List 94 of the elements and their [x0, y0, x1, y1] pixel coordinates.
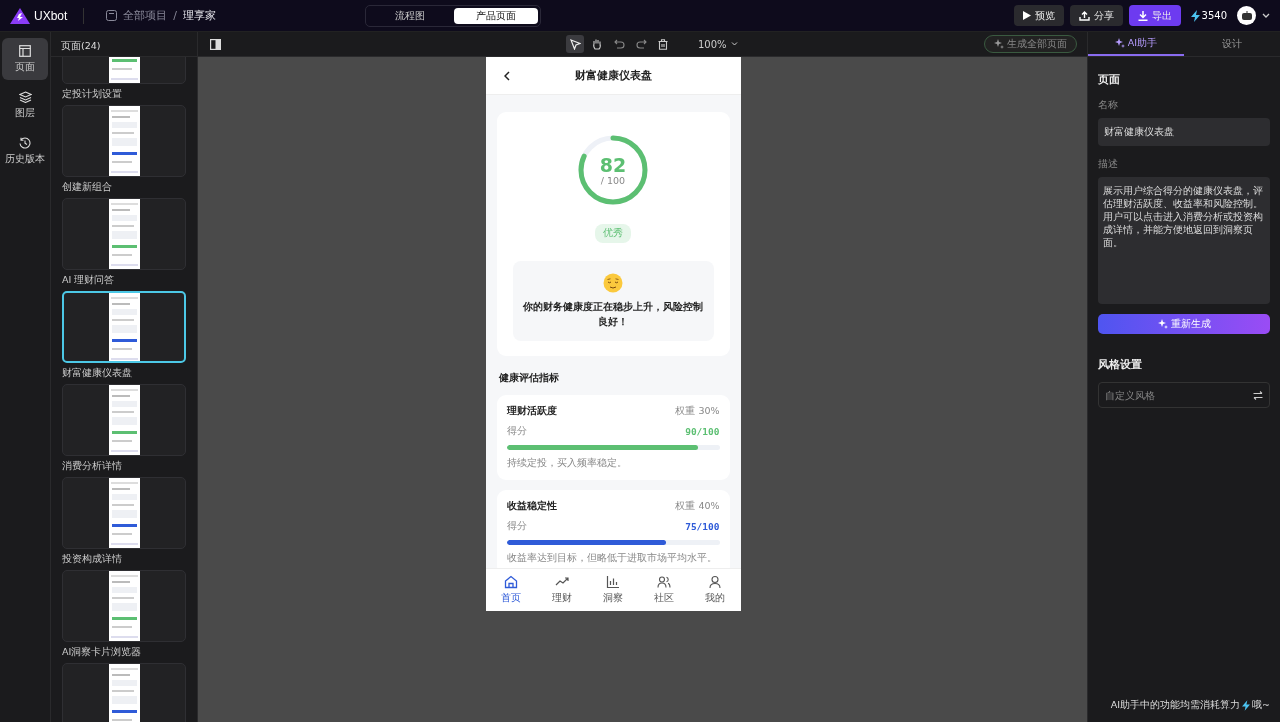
- view-tab[interactable]: 产品页面: [454, 7, 539, 24]
- zoom-dropdown[interactable]: 100%: [692, 37, 744, 51]
- page-name: 创建新组合: [62, 181, 113, 193]
- page-thumbnail[interactable]: [62, 477, 186, 549]
- rail-item[interactable]: 图层: [2, 84, 48, 126]
- metric-name: 理财活跃度: [506, 405, 557, 418]
- preview-button[interactable]: 预览: [1013, 5, 1064, 26]
- page-name: 财富健康仪表盘: [62, 367, 133, 379]
- home-icon: [504, 575, 518, 589]
- page-name: 定投计划设置: [62, 88, 123, 100]
- score-label: 得分: [506, 425, 527, 438]
- grade-badge: 优秀: [595, 224, 631, 243]
- section-title: 健康评估指标: [498, 372, 560, 385]
- page-thumbnail[interactable]: [62, 105, 186, 177]
- section-heading: 风格设置: [1098, 358, 1143, 372]
- share-button[interactable]: 分享: [1069, 5, 1123, 26]
- hand-icon: [591, 38, 603, 50]
- page-thumbnail[interactable]: [62, 663, 186, 722]
- undo-icon: [613, 39, 625, 49]
- field-label: 名称: [1098, 99, 1119, 112]
- style-field[interactable]: 自定义风格: [1098, 382, 1270, 408]
- rail-item[interactable]: 历史版本: [2, 130, 48, 172]
- metric-score: 90/100: [685, 426, 720, 437]
- export-button[interactable]: 导出: [1128, 5, 1181, 26]
- nav-tab[interactable]: 理财: [536, 569, 588, 611]
- page-thumbnail[interactable]: [62, 198, 186, 270]
- score-value: 82: [599, 154, 627, 175]
- description-field[interactable]: 展示用户综合得分的健康仪表盘，评估理财活跃度、收益率和风险控制。用户可以点击进入消费分析或投资构成详情，并能方便地返回到洞察页面。: [1098, 177, 1270, 304]
- page-name: AI洞察卡片浏览器: [62, 646, 143, 658]
- view-tab[interactable]: 流程图: [368, 7, 453, 24]
- layers-icon: [18, 90, 32, 103]
- person-icon: [708, 575, 722, 589]
- score-gauge: [577, 134, 649, 206]
- metric-weight: 权重 40%: [675, 500, 720, 513]
- redo-icon: [635, 39, 647, 49]
- nav-tab[interactable]: 洞察: [587, 569, 639, 611]
- history-icon: [19, 136, 31, 149]
- lightning-icon: [1190, 9, 1200, 22]
- logo-icon: [10, 7, 30, 24]
- pointer-icon: [569, 38, 581, 50]
- panel-tab[interactable]: 设计: [1184, 32, 1280, 56]
- metric-score: 75/100: [685, 521, 720, 532]
- pointer-tool[interactable]: [566, 35, 584, 53]
- download-icon: [1137, 10, 1148, 21]
- avatar[interactable]: [1237, 6, 1256, 25]
- generate-all-button[interactable]: 生成全部页面: [984, 35, 1077, 53]
- lightning-icon: [1242, 700, 1251, 711]
- breadcrumb-separator: /: [173, 9, 178, 22]
- metric-note: 收益率达到目标，但略低于进取市场平均水平。: [506, 552, 718, 565]
- score-max: / 100: [600, 174, 626, 186]
- metric-name: 收益稳定性: [506, 500, 557, 513]
- credits-count: 3540: [1201, 10, 1227, 21]
- caret-icon[interactable]: [1262, 13, 1270, 18]
- breadcrumb-link[interactable]: 全部项目: [123, 8, 168, 23]
- sparkle-icon: [1114, 38, 1125, 48]
- page-name: AI 理财问答: [62, 274, 116, 286]
- people-icon: [657, 575, 671, 589]
- metric-weight: 权重 30%: [675, 405, 720, 418]
- panel-tab[interactable]: AI助手: [1088, 32, 1184, 56]
- sparkle-icon: [1157, 319, 1168, 329]
- sparkle-icon: [994, 39, 1004, 49]
- message-text: 你的财务健康度正在稳步上升，风险控制良好！: [522, 300, 704, 329]
- page-name: 消费分析详情: [62, 460, 123, 472]
- nav-tab[interactable]: 首页: [485, 569, 537, 611]
- screen-title: 财富健康仪表盘: [573, 68, 653, 83]
- page-thumbnail[interactable]: [62, 291, 186, 363]
- project-name: 理享家: [183, 8, 217, 23]
- robot-icon: [1240, 10, 1253, 21]
- page-thumbnail[interactable]: [62, 384, 186, 456]
- section-heading: 页面: [1098, 73, 1121, 87]
- nav-tab[interactable]: 我的: [689, 569, 741, 611]
- bar-chart-icon: [606, 575, 620, 589]
- layout-icon: [19, 44, 31, 57]
- upload-icon: [1078, 10, 1090, 21]
- rail-item[interactable]: 页面: [2, 38, 48, 80]
- nav-tab[interactable]: 社区: [638, 569, 690, 611]
- folder-icon: [106, 10, 118, 21]
- swap-icon[interactable]: [1253, 391, 1263, 400]
- panel-toggle-icon[interactable]: [210, 38, 221, 50]
- logo-text: UXbot: [34, 8, 68, 23]
- relieved-face-icon: [603, 273, 623, 293]
- name-field[interactable]: 财富健康仪表盘: [1098, 118, 1270, 146]
- trash-icon: [658, 38, 668, 50]
- score-label: 得分: [506, 520, 527, 533]
- field-label: 描述: [1098, 158, 1119, 171]
- footer-note: AI助手中的功能均需消耗算力: [1110, 699, 1241, 712]
- page-thumbnail[interactable]: [62, 570, 186, 642]
- play-icon: [1022, 11, 1031, 20]
- caret-icon: [730, 42, 738, 46]
- back-icon[interactable]: [503, 70, 510, 81]
- footer-note: 哦~: [1252, 699, 1270, 712]
- regenerate-button[interactable]: 重新生成: [1098, 314, 1270, 334]
- page-name: 投资构成详情: [62, 553, 123, 565]
- metric-note: 持续定投，买入频率稳定。: [506, 457, 628, 470]
